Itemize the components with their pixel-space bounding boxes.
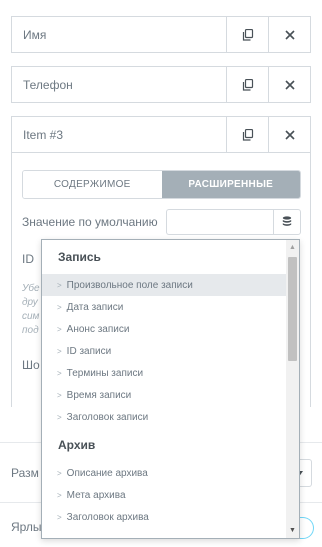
list-item-label: Описание архива (66, 467, 148, 479)
id-hint-line: под (22, 325, 39, 336)
scroll-down-icon[interactable]: ▼ (289, 527, 296, 534)
scroll-up-icon[interactable]: ▲ (289, 244, 296, 251)
list-item[interactable]: > Описание архива (42, 462, 288, 484)
list-item[interactable]: > Заголовок записи (42, 406, 288, 428)
list-item-label: Дата записи (66, 301, 124, 313)
chevron-right-icon: > (57, 468, 62, 478)
default-value-input[interactable] (166, 209, 274, 235)
repeater-row-name[interactable]: Имя (11, 16, 311, 53)
duplicate-button[interactable] (226, 67, 268, 102)
dropdown-scrollbar[interactable]: ▲ ▼ (286, 240, 299, 538)
group-header-site: Сайт (42, 528, 288, 538)
list-item[interactable]: > Время записи (42, 384, 288, 406)
repeater-row-item-3[interactable]: Item #3 (11, 116, 311, 153)
dynamic-tags-dropdown[interactable]: Запись > Произвольное поле записи > Дата з… (41, 239, 300, 539)
list-item-label: ID записи (66, 345, 112, 357)
list-item[interactable]: > Дата записи (42, 296, 288, 318)
dynamic-tags-button[interactable] (273, 209, 301, 235)
close-icon (284, 129, 295, 140)
chevron-right-icon: > (57, 324, 62, 334)
tab-content[interactable]: СОДЕРЖИМОЕ (23, 171, 162, 198)
list-item-label: Заголовок записи (66, 411, 149, 423)
list-item[interactable]: > Анонс записи (42, 318, 288, 340)
duplicate-button[interactable] (226, 17, 268, 52)
list-item-label: Заголовок архива (66, 511, 149, 523)
remove-button[interactable] (268, 17, 310, 52)
default-value-label: Значение по умолчанию (22, 215, 158, 229)
list-item-label: Произвольное поле записи (66, 279, 193, 291)
chevron-right-icon: > (57, 280, 62, 290)
copy-icon (242, 128, 253, 141)
dynamic-tags-list: Запись > Произвольное поле записи > Дата з… (42, 240, 288, 538)
size-label: Разм (11, 466, 39, 480)
copy-icon (242, 28, 253, 41)
id-hint-line: Убе (22, 283, 40, 294)
list-item-label: Анонс записи (66, 323, 130, 335)
repeater-row-phone[interactable]: Телефон (11, 66, 311, 103)
settings-tabs: СОДЕРЖИМОЕ РАСШИРЕННЫЕ (22, 170, 301, 199)
close-icon (284, 29, 295, 40)
row-title[interactable]: Item #3 (12, 117, 226, 152)
close-icon (284, 79, 295, 90)
chevron-right-icon: > (57, 346, 62, 356)
list-item[interactable]: > Мета архива (42, 484, 288, 506)
scrollbar-thumb[interactable] (288, 257, 297, 361)
copy-icon (242, 78, 253, 91)
group-header-post: Запись (58, 250, 101, 264)
database-icon (282, 216, 292, 226)
remove-button[interactable] (268, 67, 310, 102)
chevron-right-icon: > (57, 390, 62, 400)
id-label: ID (22, 252, 34, 266)
label-label: Ярлы (11, 520, 42, 534)
list-item[interactable]: > Термины записи (42, 362, 288, 384)
id-hint-line: сим (22, 311, 40, 322)
chevron-right-icon: > (57, 368, 62, 378)
row-title[interactable]: Имя (12, 17, 226, 52)
list-item[interactable]: > ID записи (42, 340, 288, 362)
group-header-archive: Архив (58, 438, 96, 452)
list-item-label: Термины записи (66, 367, 144, 379)
chevron-right-icon: > (57, 302, 62, 312)
list-item-label: Мета архива (66, 489, 126, 501)
tab-advanced[interactable]: РАСШИРЕННЫЕ (161, 171, 300, 198)
duplicate-button[interactable] (226, 117, 268, 152)
list-item[interactable]: > Произвольное поле записи (42, 274, 288, 296)
chevron-right-icon: > (57, 512, 62, 522)
remove-button[interactable] (268, 117, 310, 152)
shortcode-label: Шо (22, 358, 40, 372)
row-title[interactable]: Телефон (12, 67, 226, 102)
list-item[interactable]: > Заголовок архива (42, 506, 288, 528)
list-item-label: Время записи (66, 389, 132, 401)
chevron-right-icon: > (57, 412, 62, 422)
chevron-right-icon: > (57, 490, 62, 500)
id-hint-line: дру (22, 297, 38, 308)
